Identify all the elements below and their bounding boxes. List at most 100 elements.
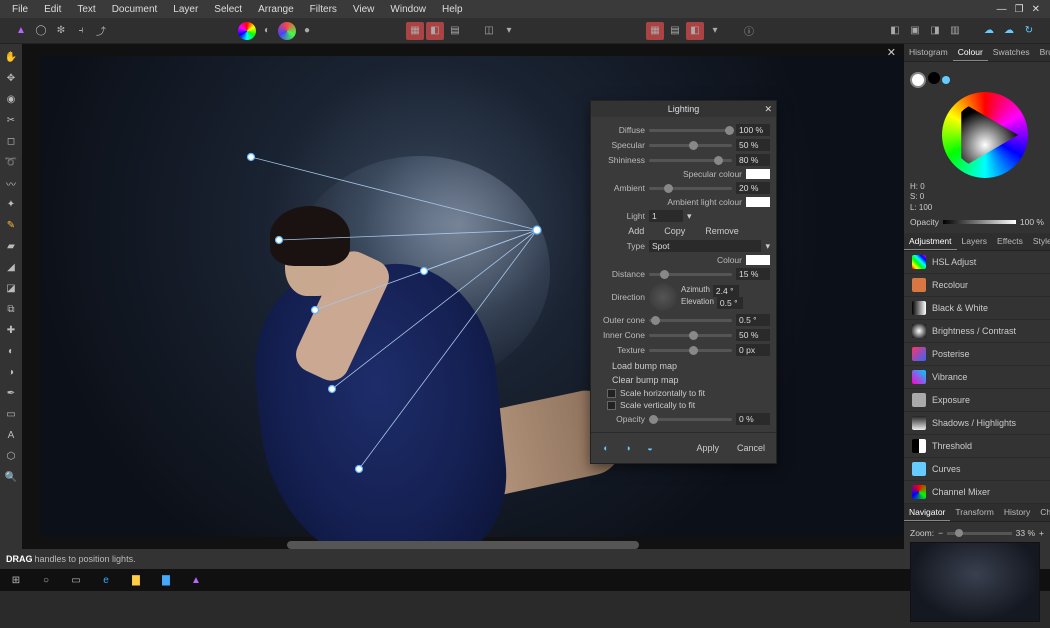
diffuse-value[interactable]: 100 % [736,124,770,136]
specular-value[interactable]: 50 % [736,139,770,151]
add-button[interactable]: Add [623,225,649,237]
tab-colour[interactable]: Colour [953,44,988,61]
texture-value[interactable]: 0 px [736,344,770,356]
persona-develop-icon[interactable]: ⫞ [72,22,90,40]
palette-icon[interactable] [278,22,296,40]
inner-cone-slider[interactable] [649,334,732,337]
tab-adjustment[interactable]: Adjustment [904,233,957,250]
hand-tool-icon[interactable]: ✋ [2,48,20,66]
ambient-slider[interactable] [649,187,732,190]
shininess-value[interactable]: 80 % [736,154,770,166]
navigator-thumbnail[interactable] [910,542,1040,622]
adjustment-item[interactable]: Vibrance [904,366,1050,389]
menu-arrange[interactable]: Arrange [250,4,302,15]
chevron-down-icon[interactable]: ▾ [765,241,770,252]
start-icon[interactable]: ⊞ [2,569,30,591]
vector-tool-icon[interactable]: ⬡ [2,447,20,465]
tab-effects[interactable]: Effects [992,233,1028,250]
menu-document[interactable]: Document [104,4,166,15]
zoom-in-icon[interactable]: + [1039,528,1044,538]
type-select[interactable]: Spot [649,240,761,252]
preview-before-icon[interactable]: ◐ [597,439,615,457]
shininess-slider[interactable] [649,159,732,162]
clone-tool-icon[interactable]: ⧉ [2,300,20,318]
zoom-slider[interactable] [947,532,1012,535]
copy-button[interactable]: Copy [659,225,690,237]
adjustment-item[interactable]: Channel Mixer [904,481,1050,504]
tab-layers[interactable]: Layers [957,233,993,250]
bump-opacity-slider[interactable] [649,418,732,421]
zoom-value[interactable]: 33 % [1016,528,1035,538]
affinity-icon[interactable]: ▲ [182,569,210,591]
tab-styles[interactable]: Styles [1028,233,1050,250]
adjustment-item[interactable]: Shadows / Highlights [904,412,1050,435]
dialog-close-icon[interactable]: ✕ [764,104,772,115]
menu-layer[interactable]: Layer [165,4,206,15]
sync-icon[interactable]: ↻ [1020,22,1038,40]
bw-icon[interactable]: ● [298,22,316,40]
tab-channels[interactable]: Channels [1035,504,1050,521]
colour-swatch[interactable] [746,255,770,265]
chevron-down-icon[interactable]: ▾ [687,211,692,222]
adjustment-item[interactable]: Threshold [904,435,1050,458]
adjustment-item[interactable]: Brightness / Contrast [904,320,1050,343]
menu-edit[interactable]: Edit [36,4,69,15]
paintbrush-icon[interactable]: ✎ [2,216,20,234]
adjustment-item[interactable]: Exposure [904,389,1050,412]
zoom-out-icon[interactable]: − [938,528,943,538]
align-right-icon[interactable]: ◨ [926,22,944,40]
persona-liquify-icon[interactable]: ❇ [52,22,70,40]
minimize-button[interactable]: — [997,4,1007,15]
maximize-button[interactable]: ❐ [1015,4,1024,15]
adjustment-item[interactable]: Posterise [904,343,1050,366]
elevation-value[interactable]: 0.5 ° [717,297,743,309]
arrange-icon[interactable]: ◫ [480,22,498,40]
info-icon[interactable]: ⓘ [740,22,758,40]
grid-icon[interactable]: ▤ [666,22,684,40]
colour-wheel-icon[interactable] [238,22,256,40]
tab-navigator[interactable]: Navigator [904,504,950,521]
tab-history[interactable]: History [999,504,1035,521]
light-select[interactable]: 1 [649,210,683,222]
menu-file[interactable]: File [4,4,36,15]
cancel-button[interactable]: Cancel [732,442,770,454]
azimuth-value[interactable]: 2.4 ° [713,285,739,297]
adjustment-item[interactable]: HSL Adjust [904,251,1050,274]
adjustment-item[interactable]: Black & White [904,297,1050,320]
tab-brushes[interactable]: Brushes [1035,44,1050,61]
distance-value[interactable]: 15 % [736,268,770,280]
adjustment-item[interactable]: Recolour [904,274,1050,297]
scale-vertical-checkbox[interactable]: Scale vertically to fit [607,400,770,410]
specular-colour-swatch[interactable] [746,169,770,179]
quickmask-icon[interactable]: ◧ [426,22,444,40]
accent-swatch[interactable] [942,76,950,84]
primary-colour-swatch[interactable] [910,72,926,88]
healing-tool-icon[interactable]: ✚ [2,321,20,339]
colour-picker-icon[interactable]: ◉ [2,90,20,108]
dropdown-icon[interactable]: ▾ [706,22,724,40]
distance-slider[interactable] [649,273,732,276]
preview-split-icon[interactable]: ◑ [619,439,637,457]
inner-cone-value[interactable]: 50 % [736,329,770,341]
close-button[interactable]: ✕ [1032,4,1040,15]
bump-opacity-value[interactable]: 0 % [736,413,770,425]
text-tool-icon[interactable]: A [2,426,20,444]
menu-select[interactable]: Select [206,4,250,15]
marquee-tool-icon[interactable]: ◻ [2,132,20,150]
tab-swatches[interactable]: Swatches [988,44,1035,61]
apply-button[interactable]: Apply [691,442,724,454]
clouds-icon[interactable]: ☁ [980,22,998,40]
lasso-tool-icon[interactable]: ➰ [2,153,20,171]
diffuse-slider[interactable] [649,129,732,132]
pen-tool-icon[interactable]: ✒ [2,384,20,402]
tab-histogram[interactable]: Histogram [904,44,953,61]
persona-export-icon[interactable]: ⤴ [92,22,110,40]
remove-button[interactable]: Remove [700,225,744,237]
store-icon[interactable]: ▇ [152,569,180,591]
selection-brush-icon[interactable]: 〰 [2,174,20,192]
outer-cone-slider[interactable] [649,319,732,322]
outer-cone-value[interactable]: 0.5 ° [736,314,770,326]
opacity-slider[interactable] [943,220,1016,224]
ambient-value[interactable]: 20 % [736,182,770,194]
clear-bump-button[interactable]: Clear bump map [607,374,770,386]
